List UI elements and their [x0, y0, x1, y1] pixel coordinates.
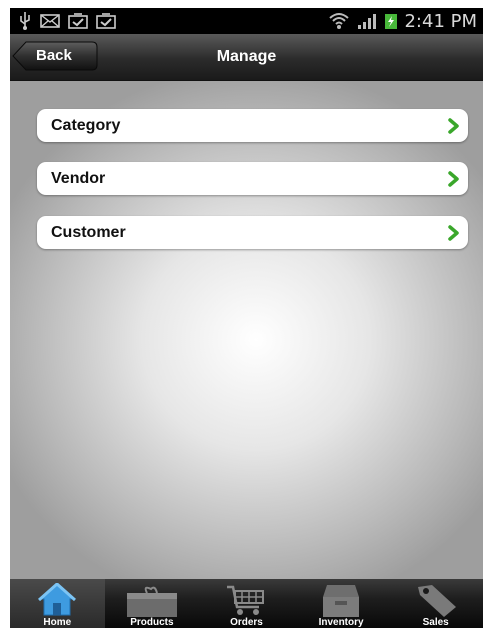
tab-home[interactable]: Home: [10, 579, 105, 628]
chevron-right-icon: [448, 171, 459, 187]
signal-icon: [358, 14, 377, 29]
menu-item-label: Customer: [51, 224, 126, 241]
menu-item-customer[interactable]: Customer: [37, 216, 468, 249]
home-icon: [38, 583, 77, 616]
content-area: Category Vendor Customer: [10, 81, 483, 579]
tab-sales[interactable]: Sales: [388, 579, 483, 628]
status-right-icons: 2:41 PM: [328, 10, 477, 32]
chevron-right-icon: [448, 118, 459, 134]
cart-icon: [227, 585, 265, 615]
menu-item-category[interactable]: Category: [37, 109, 468, 142]
menu-item-label: Vendor: [51, 170, 106, 187]
tab-label: Home: [43, 617, 72, 628]
status-left-icons: [18, 11, 116, 31]
tab-label: Products: [130, 617, 174, 628]
usb-icon: [20, 12, 30, 30]
task-done-icon: [68, 13, 88, 29]
chevron-right-icon: [448, 225, 459, 241]
tab-label: Orders: [230, 617, 263, 628]
navigation-bar: Back Manage: [10, 34, 483, 81]
status-time: 2:41 PM: [404, 10, 477, 32]
menu-item-vendor[interactable]: Vendor: [37, 162, 468, 195]
menu-item-label: Category: [51, 117, 121, 134]
tab-label: Inventory: [318, 617, 364, 628]
tag-icon: [417, 585, 456, 617]
cabinet-icon: [323, 585, 360, 617]
tab-inventory[interactable]: Inventory: [294, 579, 389, 628]
tab-label: Sales: [422, 617, 449, 628]
page-title: Manage: [216, 48, 277, 65]
tab-products[interactable]: Products: [105, 579, 200, 628]
gift-box-icon: [126, 586, 177, 617]
wifi-icon: [329, 13, 350, 29]
status-bar: 2:41 PM: [10, 8, 483, 34]
battery-charging-icon: [385, 14, 398, 29]
task-done-icon: [96, 13, 116, 29]
mail-icon: [40, 14, 60, 28]
tab-bar: Home Products Orders Inventory Sales: [10, 579, 483, 628]
tab-orders[interactable]: Orders: [199, 579, 294, 628]
app-screen: 2:41 PM Back Manage Category Vendor Cust…: [10, 8, 483, 628]
